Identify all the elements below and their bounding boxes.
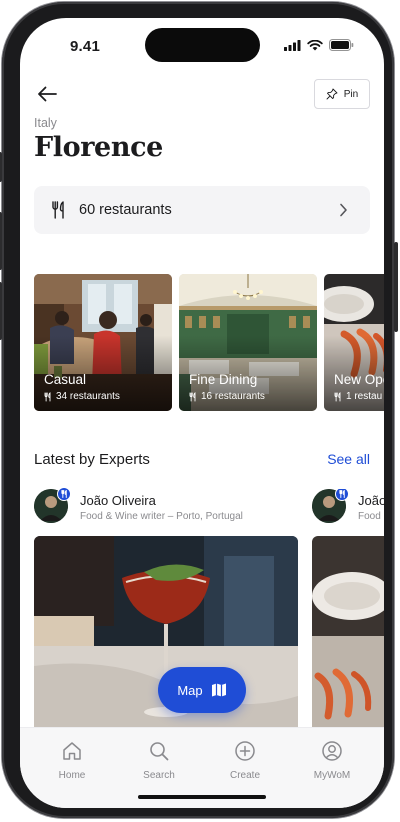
cellular-signal-icon (284, 39, 301, 51)
fork-knife-icon (189, 391, 196, 401)
see-all-link[interactable]: See all (327, 451, 370, 467)
expert-role: Food & Wine writer – Porto, Portugal (80, 511, 243, 522)
expert-name: João Oliveira (80, 493, 156, 508)
expert-post-photo[interactable] (312, 536, 384, 736)
category-card-casual[interactable]: Casual 34 restaurants (34, 274, 172, 411)
status-bar: 9.41 (20, 18, 384, 72)
map-label: Map (177, 682, 203, 698)
pin-icon (326, 88, 338, 100)
category-subtitle: 34 restaurants (44, 391, 120, 402)
experts-section-title: Latest by Experts (34, 451, 150, 468)
expert-name: João (358, 493, 384, 508)
expert-role: Food a (358, 511, 384, 522)
tab-mywom[interactable]: MyWoM (297, 740, 367, 781)
restaurants-list-row[interactable]: 60 restaurants (34, 186, 370, 234)
category-count: 34 restaurants (56, 391, 120, 402)
back-arrow-icon[interactable] (34, 81, 60, 107)
tab-label: Create (229, 770, 260, 781)
category-carousel[interactable]: Casual 34 restaurants Fine Dining 16 res… (34, 274, 384, 411)
tab-home[interactable]: Home (37, 740, 107, 781)
category-title: New Ope (334, 372, 384, 387)
tab-bar: Home Search Create MyWoM (20, 727, 384, 808)
wifi-icon (307, 39, 323, 50)
country-label: Italy (34, 116, 57, 130)
status-icons (284, 39, 354, 51)
side-button (0, 152, 2, 182)
profile-icon (322, 741, 342, 761)
avatar (34, 487, 71, 523)
expert-header[interactable]: João Oliveira Food & Wine writer – Porto… (34, 487, 294, 527)
category-title: Casual (44, 372, 87, 387)
shrimp-dish-photo (312, 536, 384, 736)
tab-search[interactable]: Search (124, 740, 194, 781)
category-count: 1 restau (346, 391, 383, 402)
app-screen: 9.41 Pin Italy Florence 60 restaurants C… (20, 18, 384, 808)
home-indicator (138, 795, 266, 799)
home-icon (63, 742, 81, 760)
category-card-fine-dining[interactable]: Fine Dining 16 restaurants (179, 274, 317, 411)
category-count: 16 restaurants (201, 391, 265, 402)
expert-badge-icon (57, 487, 71, 501)
plus-circle-icon (235, 741, 255, 761)
tab-label: Home (58, 770, 86, 781)
fork-knife-icon (334, 391, 341, 401)
tab-create[interactable]: Create (210, 740, 280, 781)
category-card-new-openings[interactable]: New Ope 1 restau (324, 274, 384, 411)
phone-frame: 9.41 Pin Italy Florence 60 restaurants C… (0, 2, 398, 818)
side-button (0, 212, 2, 270)
fork-knife-icon (52, 201, 64, 219)
page-title: Florence (34, 132, 163, 163)
tab-label: Search (143, 770, 175, 781)
chevron-right-icon (340, 203, 347, 217)
tab-label: MyWoM (313, 770, 351, 781)
expert-badge-icon (335, 489, 349, 501)
map-button[interactable]: Map (158, 667, 246, 713)
map-icon (211, 683, 226, 697)
search-icon (150, 742, 169, 761)
expert-header[interactable]: João Food a (312, 489, 384, 527)
side-button (0, 282, 2, 340)
avatar (312, 489, 349, 523)
status-time: 9.41 (70, 38, 100, 55)
fork-knife-icon (44, 391, 51, 401)
dynamic-island (145, 28, 260, 62)
battery-icon (329, 39, 354, 51)
pin-label: Pin (343, 88, 359, 100)
category-title: Fine Dining (189, 372, 258, 387)
pin-button[interactable]: Pin (314, 79, 370, 109)
side-button (394, 242, 398, 332)
restaurants-count: 60 restaurants (79, 202, 172, 218)
category-subtitle: 1 restau (334, 391, 382, 402)
category-subtitle: 16 restaurants (189, 391, 265, 402)
